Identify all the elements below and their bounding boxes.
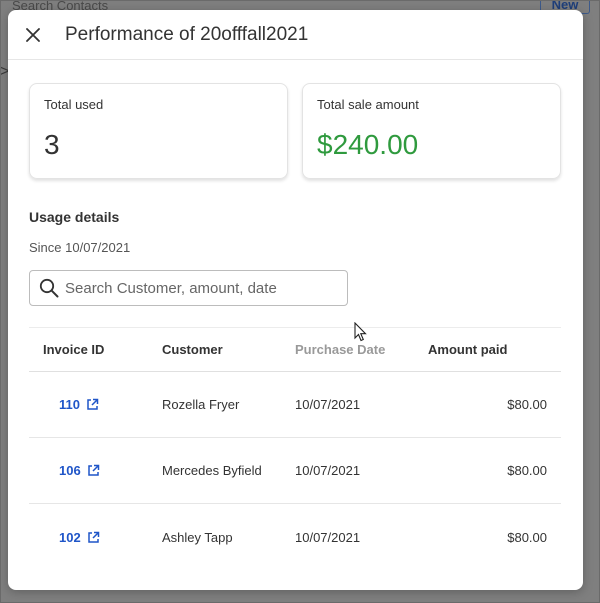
customer-name: Mercedes Byfield xyxy=(162,463,262,478)
invoice-id: 106 xyxy=(59,463,81,478)
total-sale-value: $240.00 xyxy=(317,129,419,160)
table-row: 110 Rozella Fryer 10/07/2021 $80.00 xyxy=(29,372,561,438)
modal-title: Performance of 20offfall2021 xyxy=(65,23,309,45)
invoice-link[interactable]: 106 xyxy=(43,463,100,478)
performance-modal: Performance of 20offfall2021 Total used … xyxy=(8,10,583,590)
usage-search-field[interactable] xyxy=(29,270,348,306)
close-icon[interactable] xyxy=(23,25,43,45)
total-used-card: Total used 3 xyxy=(29,83,288,179)
invoice-id: 102 xyxy=(59,529,81,545)
amount-paid: $80.00 xyxy=(507,529,547,545)
customer-name: Rozella Fryer xyxy=(162,397,240,412)
amount-paid: $80.00 xyxy=(507,463,547,478)
usage-table: Invoice ID Customer Purchase Date Amount… xyxy=(29,327,561,570)
total-used-label: Total used xyxy=(44,97,104,112)
stats-cards: Total used 3 Total sale amount $240.00 xyxy=(29,83,561,179)
total-sale-card: Total sale amount $240.00 xyxy=(302,83,561,179)
purchase-date: 10/07/2021 xyxy=(295,397,361,412)
amount-paid: $80.00 xyxy=(507,397,547,412)
background-chevron-icon: > xyxy=(0,64,8,80)
header-customer[interactable]: Customer xyxy=(162,342,295,357)
table-row: 106 Mercedes Byfield 10/07/2021 $80.00 xyxy=(29,438,561,504)
search-icon xyxy=(39,278,59,298)
header-amount-paid[interactable]: Amount paid xyxy=(428,342,561,357)
invoice-id: 110 xyxy=(59,397,80,412)
total-used-value: 3 xyxy=(44,129,60,160)
usage-details-title: Usage details xyxy=(29,209,120,225)
external-link-icon xyxy=(87,464,99,476)
table-row: 102 Ashley Tapp 10/07/2021 $80.00 xyxy=(29,504,561,570)
invoice-link[interactable]: 102 xyxy=(43,530,100,545)
invoice-link[interactable]: 110 xyxy=(43,397,99,412)
header-purchase-date[interactable]: Purchase Date xyxy=(295,342,428,357)
usage-search-input[interactable] xyxy=(65,279,335,297)
external-link-icon xyxy=(87,398,99,410)
customer-name: Ashley Tapp xyxy=(162,529,233,545)
modal-header: Performance of 20offfall2021 xyxy=(8,10,583,60)
purchase-date: 10/07/2021 xyxy=(295,463,361,478)
header-invoice-id[interactable]: Invoice ID xyxy=(29,342,162,357)
total-sale-label: Total sale amount xyxy=(317,97,419,112)
external-link-icon xyxy=(87,531,99,543)
purchase-date: 10/07/2021 xyxy=(295,529,361,545)
usage-since-date: Since 10/07/2021 xyxy=(29,240,131,255)
table-header-row: Invoice ID Customer Purchase Date Amount… xyxy=(29,327,561,372)
